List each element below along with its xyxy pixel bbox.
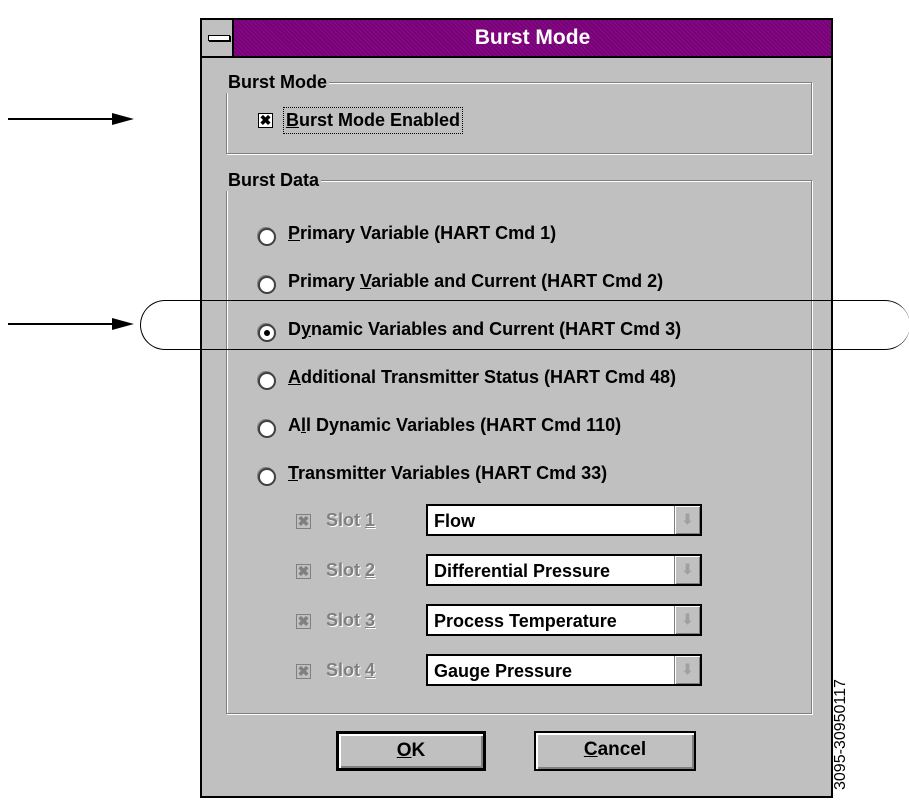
slot-label-text: Slot [326, 560, 365, 580]
burst-data-radio-2[interactable] [258, 276, 276, 294]
slot-4-checkbox: ✖ [296, 663, 311, 679]
cancel-accel: C [583, 739, 598, 760]
dropdown-value: Process Temperature [434, 611, 617, 631]
cancel-rest: ancel [597, 739, 647, 760]
burst-data-option-label-5[interactable]: All Dynamic Variables (HART Cmd 110) [288, 415, 621, 436]
slot-3-label: Slot 3 [326, 610, 375, 631]
slot-2-dropdown[interactable]: Differential Pressure ⬇ [426, 554, 702, 586]
slot-label-text: Slot [326, 610, 365, 630]
option-accelerator: T [288, 463, 299, 483]
selection-highlight-outline [140, 300, 909, 350]
down-arrow-icon[interactable]: ⬇ [674, 556, 700, 584]
dropdown-value: Flow [434, 511, 475, 531]
option-rest: ransmitter Variables (HART Cmd 33) [298, 463, 608, 483]
slot-label-text: Slot [326, 510, 365, 530]
window-title: Burst Mode [474, 26, 591, 49]
burst-data-option-label-2[interactable]: Primary Variable and Current (HART Cmd 2… [288, 271, 663, 292]
burst-data-radio-1[interactable] [258, 228, 276, 246]
slot-4-label: Slot 4 [326, 660, 375, 681]
option-rest: ariable and Current (HART Cmd 2) [371, 271, 664, 291]
option-prefix: A [288, 415, 301, 435]
burst-data-option-label-1[interactable]: Primary Variable (HART Cmd 1) [288, 223, 556, 244]
slot-number: 3 [365, 610, 376, 630]
burst-mode-enabled-checkbox[interactable]: ✖ [258, 113, 273, 128]
burst-mode-dialog: Burst Mode Burst Mode ✖ Burst Mode Enabl… [200, 18, 833, 798]
ok-rest: K [411, 740, 426, 761]
burst-data-option-label-6[interactable]: Transmitter Variables (HART Cmd 33) [288, 463, 607, 484]
cancel-button[interactable]: Cancel [534, 731, 696, 771]
dropdown-value: Differential Pressure [434, 561, 611, 581]
burst-mode-enabled-label[interactable]: Burst Mode Enabled [282, 107, 464, 134]
option-prefix: Primary [288, 271, 361, 291]
slot-2-label: Slot 2 [326, 560, 375, 581]
burst-data-option-label-4[interactable]: Additional Transmitter Status (HART Cmd … [288, 367, 676, 388]
down-arrow-icon[interactable]: ⬇ [674, 506, 700, 534]
option-rest: l Dynamic Variables (HART Cmd 110) [306, 415, 622, 435]
slot-1-dropdown[interactable]: Flow ⬇ [426, 504, 702, 536]
burst-mode-enabled-text: Burst Mode Enabled [286, 110, 461, 130]
option-rest: dditional Transmitter Status (HART Cmd 4… [301, 367, 677, 387]
slot-1-label: Slot 1 [326, 510, 375, 531]
option-accelerator: V [360, 271, 372, 291]
ok-accel: O [396, 740, 412, 761]
burst-data-radio-6[interactable] [258, 468, 276, 486]
slot-4-dropdown[interactable]: Gauge Pressure ⬇ [426, 654, 702, 686]
burst-data-radio-5[interactable] [258, 420, 276, 438]
dropdown-value: Gauge Pressure [434, 661, 573, 681]
slot-1-checkbox: ✖ [296, 513, 311, 529]
slot-3-checkbox: ✖ [296, 613, 311, 629]
burst-mode-group-label: Burst Mode [226, 72, 329, 93]
down-arrow-icon[interactable]: ⬇ [674, 606, 700, 634]
down-arrow-icon[interactable]: ⬇ [674, 656, 700, 684]
slot-label-text: Slot [326, 660, 365, 680]
slot-2-checkbox: ✖ [296, 563, 311, 579]
slot-number: 2 [365, 560, 376, 580]
burst-data-group-label: Burst Data [226, 170, 322, 191]
title-bar: Burst Mode [202, 20, 831, 58]
slot-number: 1 [365, 510, 376, 530]
minus-bar-icon[interactable] [202, 20, 234, 56]
slot-3-dropdown[interactable]: Process Temperature ⬇ [426, 604, 702, 636]
figure-number: 3095-30950117 [832, 679, 849, 790]
option-rest: rimary Variable (HART Cmd 1) [300, 223, 557, 243]
option-accelerator: P [288, 223, 301, 243]
ok-button[interactable]: OK [336, 731, 486, 771]
slot-number: 4 [365, 660, 376, 680]
burst-data-radio-4[interactable] [258, 372, 276, 390]
option-accelerator: A [288, 367, 301, 387]
